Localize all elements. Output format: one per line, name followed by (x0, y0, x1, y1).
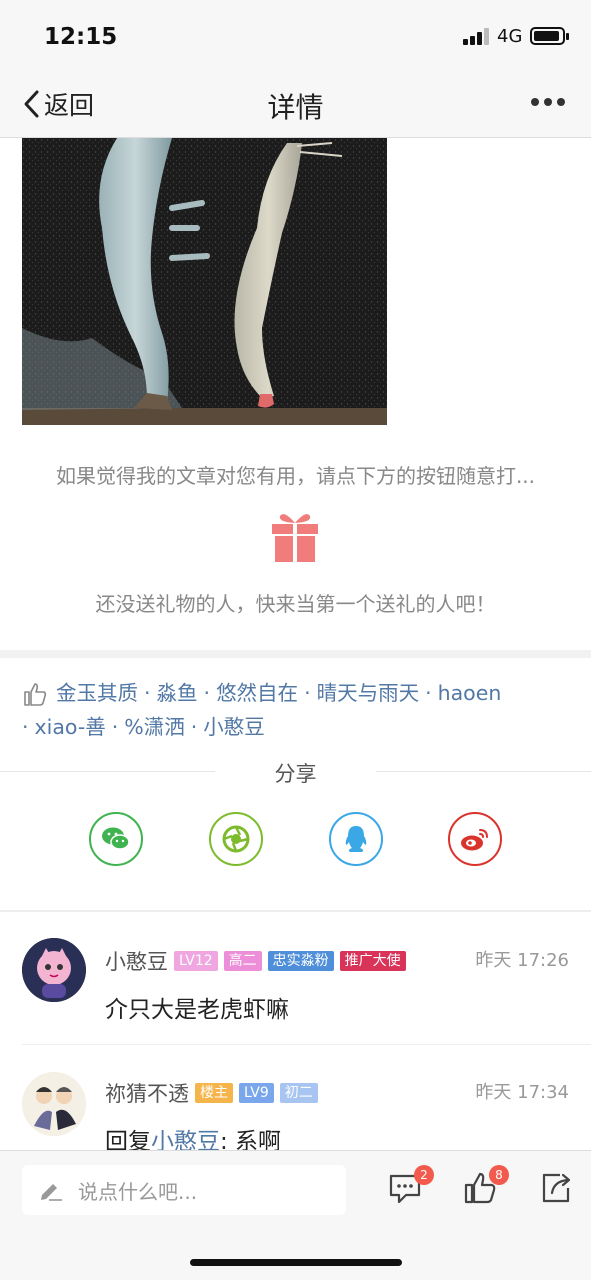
pencil-icon (41, 1184, 62, 1201)
like-user[interactable]: 晴天与雨天 (317, 681, 420, 705)
comment-text: 介只大是老虎虾嘛 (105, 997, 289, 1023)
like-user[interactable]: haoen (438, 681, 502, 705)
share-header: 分享 (0, 758, 591, 788)
battery-icon (530, 27, 569, 45)
page-title: 详情 (267, 91, 324, 124)
comment-author[interactable]: 祢猜不透 (105, 1078, 189, 1108)
weibo-icon (461, 829, 488, 851)
like-user[interactable]: 小憨豆 (203, 715, 265, 739)
comment-author-row: 小憨豆 LV12 高二 忠实淼粉 推广大使 (105, 946, 406, 976)
comment-time: 昨天 17:26 (475, 950, 569, 971)
article-photo[interactable] (22, 138, 387, 425)
signal-icon (463, 28, 489, 45)
avatar[interactable] (22, 938, 86, 1002)
avatar[interactable] (22, 1072, 86, 1136)
share-weibo-button[interactable] (448, 812, 502, 866)
like-user[interactable]: 金玉其质 (56, 681, 138, 705)
user-tag: LV9 (239, 1083, 274, 1103)
user-tag: 初二 (279, 1083, 318, 1103)
share-qq-button[interactable] (329, 812, 383, 866)
gift-empty-text: 还没送礼物的人，快来当第一个送礼的人吧！ (95, 592, 496, 616)
comment-input[interactable]: 说点什么吧... (22, 1165, 346, 1215)
user-tag: 高二 (223, 951, 262, 971)
wechat-icon (102, 827, 130, 850)
share-icon (542, 1173, 571, 1203)
network-type: 4G (497, 26, 523, 47)
more-dot-icon (557, 98, 565, 106)
divider-line (376, 771, 591, 772)
shrimp-photo (22, 138, 387, 425)
home-indicator (190, 1259, 402, 1266)
comment-placeholder: 说点什么吧... (78, 1179, 198, 1204)
share-moments-button[interactable] (209, 812, 263, 866)
thumbs-up-icon (24, 683, 47, 706)
qq-icon (345, 826, 367, 852)
like-count-badge: 8 (489, 1165, 509, 1185)
status-bar: 12:15 4G (0, 0, 591, 70)
user-tag: LV12 (174, 951, 218, 971)
status-time: 12:15 (44, 24, 118, 50)
comment-count-badge: 2 (414, 1165, 434, 1185)
more-button[interactable] (531, 98, 565, 106)
like-user[interactable]: xiao-善 (35, 715, 106, 739)
comment-divider (22, 1044, 591, 1045)
share-button[interactable] (540, 1171, 576, 1207)
user-tag: 忠实淼粉 (267, 951, 334, 971)
gift-icon[interactable] (270, 510, 320, 562)
like-list: 金玉其质 · 淼鱼 · 悠然自在 · 晴天与雨天 · haoen · xiao-善 · %潇洒 · 小憨豆 (22, 681, 502, 739)
comments-button[interactable]: 2 (388, 1165, 434, 1207)
user-tag: 推广大使 (339, 951, 406, 971)
share-label: 分享 (274, 762, 317, 786)
share-wechat-button[interactable] (89, 812, 143, 866)
like-user[interactable]: 悠然自在 (216, 681, 298, 705)
more-dot-icon (531, 98, 539, 106)
user-tag: 楼主 (195, 1083, 233, 1103)
avatar-image (22, 938, 86, 1002)
reward-prompt: 如果觉得我的文章对您有用，请点下方的按钮随意打... (55, 464, 536, 488)
like-user[interactable]: %潇洒 (124, 715, 184, 739)
comment-author-row: 祢猜不透 楼主 LV9 初二 (105, 1078, 318, 1108)
avatar-image (22, 1072, 86, 1136)
nav-bar: 返回 详情 (0, 70, 591, 138)
share-options (0, 812, 591, 866)
like-button[interactable]: 8 (463, 1165, 509, 1207)
section-divider (0, 650, 591, 658)
section-divider (0, 910, 591, 912)
moments-icon (222, 825, 250, 853)
comment-time: 昨天 17:34 (475, 1082, 569, 1103)
more-dot-icon (544, 98, 552, 106)
comment-author[interactable]: 小憨豆 (105, 946, 168, 976)
like-user[interactable]: 淼鱼 (157, 681, 198, 705)
